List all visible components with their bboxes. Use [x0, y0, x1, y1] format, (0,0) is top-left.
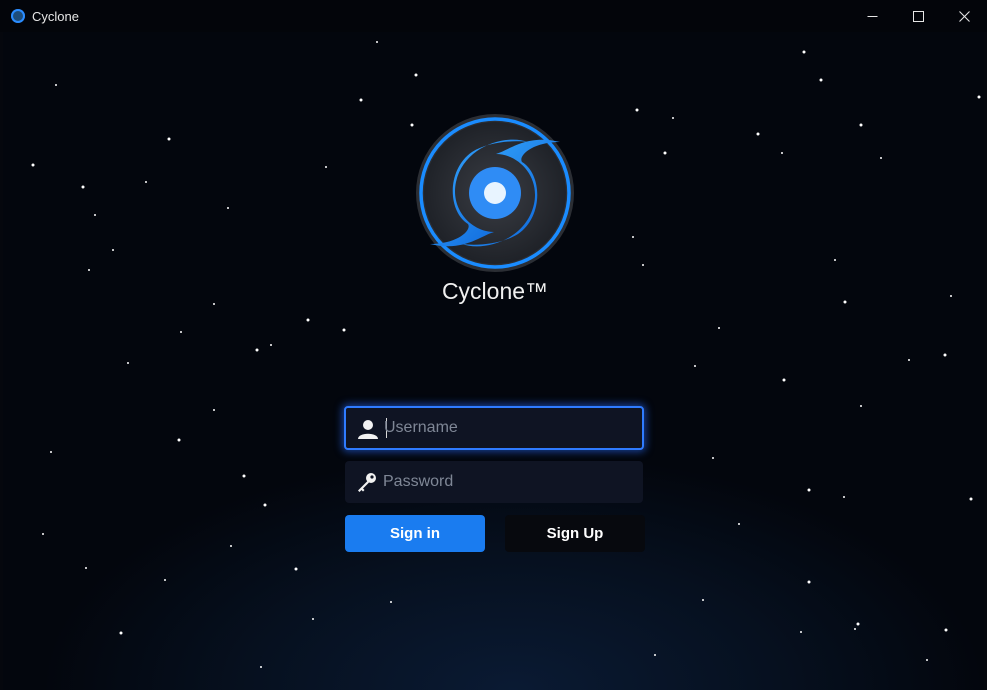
app-window: Cyclone Cyclone™ Username Sign in Sign U… [0, 0, 987, 690]
sign-in-button[interactable]: Sign in [345, 515, 485, 552]
password-input[interactable] [383, 461, 633, 503]
maximize-icon [912, 10, 924, 22]
close-icon [958, 10, 970, 22]
cyclone-logo [414, 112, 576, 274]
title-bar: Cyclone [0, 0, 987, 32]
password-field[interactable] [345, 461, 643, 503]
login-screen: Cyclone™ Sign in Sign Up [3, 32, 984, 690]
cyclone-icon [416, 114, 574, 272]
username-field[interactable] [344, 406, 644, 450]
window-controls [849, 0, 987, 32]
minimize-button[interactable] [849, 0, 895, 32]
sign-up-button[interactable]: Sign Up [505, 515, 645, 552]
app-icon [11, 9, 25, 23]
maximize-button[interactable] [895, 0, 941, 32]
app-name: Cyclone™ [441, 278, 549, 304]
key-icon [358, 473, 376, 492]
window-title: Cyclone [32, 8, 79, 24]
close-button[interactable] [941, 0, 987, 32]
user-icon [358, 420, 378, 439]
username-input[interactable] [384, 408, 634, 448]
minimize-icon [867, 15, 877, 17]
